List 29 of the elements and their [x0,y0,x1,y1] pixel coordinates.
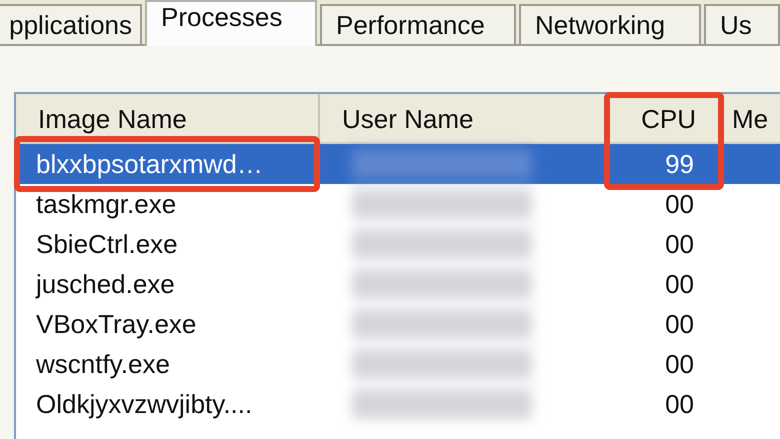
column-header[interactable]: Image Name [16,94,320,142]
tab[interactable]: Processes [145,0,317,46]
process-row[interactable]: SbieCtrl.exe 00 [16,224,780,264]
column-header[interactable]: User Name [320,94,608,142]
table-cell-text: 00 [664,268,695,300]
table-cell-text: 00 [664,348,695,380]
process-row[interactable]: Oldkjyxvzwvjibty.... 00 [16,384,780,424]
column-header[interactable]: CPU [608,94,724,142]
table-cell-text: 99 [664,148,695,180]
table-cell-text: blxxbpsotarxmwd… [35,148,264,180]
table-cell-text: 00 [664,228,695,260]
process-row[interactable]: wscntfy.exe 00 [16,344,780,384]
table-cell-text: Oldkjyxvzwvjibty.... [35,388,254,420]
table-cell-text: 00 [664,308,695,340]
table-cell-text: VBoxTray.exe [35,308,198,340]
table-cell-text: wscntfy.exe [35,348,171,380]
column-header[interactable]: Me [724,94,780,142]
process-row[interactable]: jusched.exe 00 [16,264,780,304]
tab[interactable]: pplications [0,4,142,44]
tab[interactable]: Us [704,4,780,44]
process-row[interactable]: taskmgr.exe 00 [16,184,780,224]
table-cell-text: SbieCtrl.exe [35,228,179,260]
table-cell-text: 00 [664,388,695,420]
table-cell-text: jusched.exe [34,268,176,300]
tab[interactable]: Performance [320,4,516,44]
table-cell-text: 00 [664,188,695,220]
tab[interactable]: Networking [519,4,701,44]
process-row[interactable]: VBoxTray.exe 00 [16,304,780,344]
table-cell-text: taskmgr.exe [35,188,178,220]
